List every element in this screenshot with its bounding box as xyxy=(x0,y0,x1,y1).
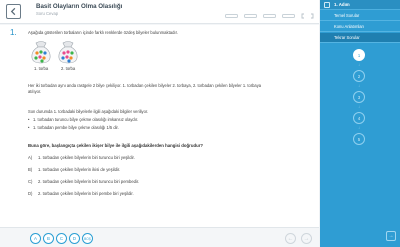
answer-a-button[interactable]: A xyxy=(30,233,41,244)
question-content: 1. Aşağıda gösterilen torbaların içinde … xyxy=(0,25,319,227)
option-c[interactable]: C) 2. torbadan çekilen bilyelerin biri tu… xyxy=(28,179,139,184)
sidebar-item-konu-anlatimlari[interactable]: Konu Anlatımları xyxy=(320,22,400,32)
arrow-down-icon: ↓ xyxy=(358,104,360,109)
arrow-left-icon: ← xyxy=(287,235,294,242)
bullet-2: 1. torbadan pembe bilye çekme olasılığı … xyxy=(28,125,119,130)
option-text: 1. torbadan çekilen bilyelerin ikisi de … xyxy=(38,167,121,172)
step-5-indicator[interactable]: 5 xyxy=(353,133,365,145)
option-letter: C) xyxy=(28,179,33,184)
option-d[interactable]: D) 2. torbadan çekilen bilyelerin biri pe… xyxy=(28,191,134,196)
fullscreen-icon[interactable] xyxy=(301,7,314,19)
step-3-indicator[interactable]: 3 xyxy=(353,91,365,103)
paragraph-2: Son durumda 1. torbadaki bilyelerle ilgi… xyxy=(28,109,149,114)
prev-question-button[interactable]: ← xyxy=(285,233,296,244)
sidebar-item-label: Konu Anlatımları xyxy=(334,24,365,29)
arrow-right-icon: → xyxy=(303,235,310,242)
option-b[interactable]: B) 1. torbadan çekilen bilyelerin ikisi d… xyxy=(28,167,120,172)
paragraph-1-line-2: atılıyor. xyxy=(28,89,42,94)
option-letter: A) xyxy=(28,155,33,160)
step-4-indicator[interactable]: 4 xyxy=(353,112,365,124)
back-button[interactable] xyxy=(6,4,21,19)
option-text: 2. torbadan çekilen bilyelerin biri turu… xyxy=(38,179,140,184)
eraser-icon[interactable] xyxy=(263,7,276,18)
highlighter-icon[interactable] xyxy=(244,7,257,18)
arrow-down-icon: ↓ xyxy=(358,62,360,67)
bag-2-label: 2. torba xyxy=(61,66,76,71)
clear-icon[interactable] xyxy=(282,7,295,18)
bottom-bar: A B C D BOŞ ← → xyxy=(0,227,319,247)
sidebar-header-label: 1. Adım xyxy=(334,2,350,7)
arrow-down-icon: ↓ xyxy=(358,83,360,88)
arrow-down-icon: ↓ xyxy=(358,125,360,130)
pen-tool-icon[interactable] xyxy=(225,7,238,18)
question-number: 1. xyxy=(10,28,17,37)
step-1-indicator[interactable]: 1 xyxy=(353,49,365,61)
answer-c-button[interactable]: C xyxy=(56,233,67,244)
sidebar-item-label: Tekrar Sorular xyxy=(334,35,360,40)
answer-empty-button[interactable]: BOŞ xyxy=(82,233,93,244)
sidebar-item-tekrar-sorular[interactable]: Tekrar Sorular xyxy=(320,33,400,43)
bullet-1: 1. torbadan turuncu bilye çekme olasılığ… xyxy=(28,117,138,122)
step-sidebar: 1. Adım Temel Sorular Konu Anlatımları T… xyxy=(320,0,400,247)
option-a[interactable]: A) 1. torbadan çekilen bilyelerin biri tu… xyxy=(28,155,135,160)
bag-1-image xyxy=(30,40,52,64)
option-text: 1. torbadan çekilen bilyelerin biri turu… xyxy=(38,155,135,160)
bag-2-image xyxy=(57,40,79,64)
arrow-left-icon xyxy=(10,7,16,16)
sidebar-item-label: Temel Sorular xyxy=(334,13,360,18)
main-panel: Basit Olayların Olma Olasılığı Soru Ceva… xyxy=(0,0,319,247)
page-title: Basit Olayların Olma Olasılığı xyxy=(36,3,123,10)
step-icon xyxy=(324,2,330,8)
question-prompt: Buna göre, başlangıçta çekilen ikişer bi… xyxy=(28,143,204,148)
question-stem: Aşağıda gösterilen torbaların içinde far… xyxy=(28,30,178,35)
sidebar-next-button[interactable]: → xyxy=(386,231,396,241)
sidebar-item-temel-sorular[interactable]: Temel Sorular xyxy=(320,11,400,21)
arrow-right-icon: → xyxy=(388,233,394,239)
step-2-indicator[interactable]: 2 xyxy=(353,70,365,82)
page-subtitle: Soru Cevap xyxy=(36,11,59,16)
next-question-button[interactable]: → xyxy=(301,233,312,244)
option-text: 2. torbadan çekilen bilyelerin biri pemb… xyxy=(38,191,134,196)
toolbar xyxy=(225,7,314,19)
answer-b-button[interactable]: B xyxy=(43,233,54,244)
top-bar: Basit Olayların Olma Olasılığı Soru Ceva… xyxy=(0,0,319,24)
option-letter: D) xyxy=(28,191,33,196)
sidebar-header: 1. Adım xyxy=(320,0,400,10)
option-letter: B) xyxy=(28,167,33,172)
bag-1-label: 1. torba xyxy=(34,66,49,71)
answer-d-button[interactable]: D xyxy=(69,233,80,244)
